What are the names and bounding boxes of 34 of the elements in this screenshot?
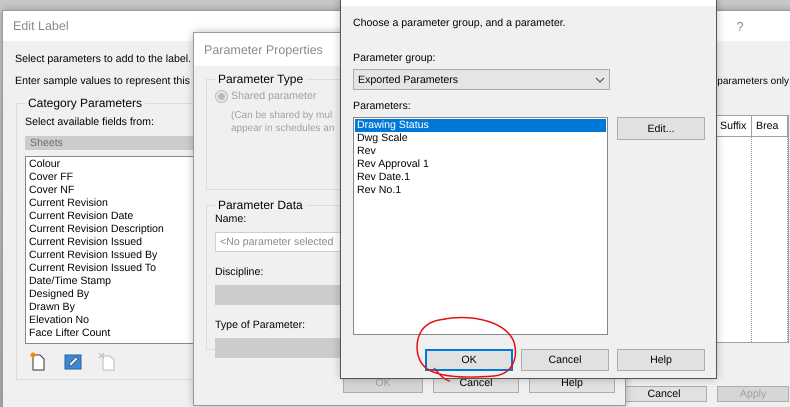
description-text: (Can be shared by mul: [231, 109, 332, 122]
field-label: Select available fields from:: [25, 116, 154, 129]
group-title: Category Parameters: [27, 96, 144, 110]
field-label: Parameter group:: [353, 52, 436, 65]
column-header[interactable]: Brea: [752, 116, 788, 136]
instruction-text: Select parameters to add to the label.: [15, 53, 192, 66]
field-label: Name:: [215, 213, 246, 226]
prompt-text: Choose a parameter group, and a parameter.: [353, 17, 566, 30]
window-title: Edit Label: [13, 19, 69, 33]
parameter-list-item[interactable]: Rev Approval 1: [355, 158, 606, 171]
parameters-list[interactable]: Drawing Status Dwg Scale Rev Rev Approval 1 Rev Date.1 Rev No.1: [353, 117, 608, 335]
radio-label: Shared parameter: [231, 90, 316, 103]
instruction-text: Enter sample values to represent this: [15, 75, 190, 88]
parameter-list-item[interactable]: Dwg Scale: [355, 132, 606, 145]
window-title: Parameter Properties: [204, 42, 323, 56]
parameter-list-item[interactable]: Rev Date.1: [355, 171, 606, 184]
field-label: Parameters:: [353, 100, 411, 113]
help-button[interactable]: ?: [717, 18, 763, 34]
pencil-icon[interactable]: [63, 352, 83, 372]
parameter-list-item[interactable]: Drawing Status: [355, 119, 606, 132]
description-text: appear in schedules an: [231, 122, 334, 135]
edit-button[interactable]: Edit...: [617, 117, 705, 140]
group-title: Parameter Data: [217, 198, 304, 212]
instruction-text: parameters only: [717, 75, 789, 88]
dialog-button[interactable]: Help: [617, 349, 705, 371]
chevron-down-icon: [595, 76, 605, 82]
group-title: Parameter Type: [217, 72, 304, 86]
parameter-group-dropdown[interactable]: Exported Parameters: [353, 69, 610, 90]
parameter-list-item[interactable]: Rev No.1: [355, 184, 606, 197]
field-label: Discipline:: [215, 266, 264, 279]
dialog-button[interactable]: OK: [425, 349, 513, 371]
parameter-list-item[interactable]: Rev: [355, 145, 606, 158]
dialog-button[interactable]: Cancel: [521, 349, 609, 371]
field-label: Type of Parameter:: [215, 319, 306, 332]
